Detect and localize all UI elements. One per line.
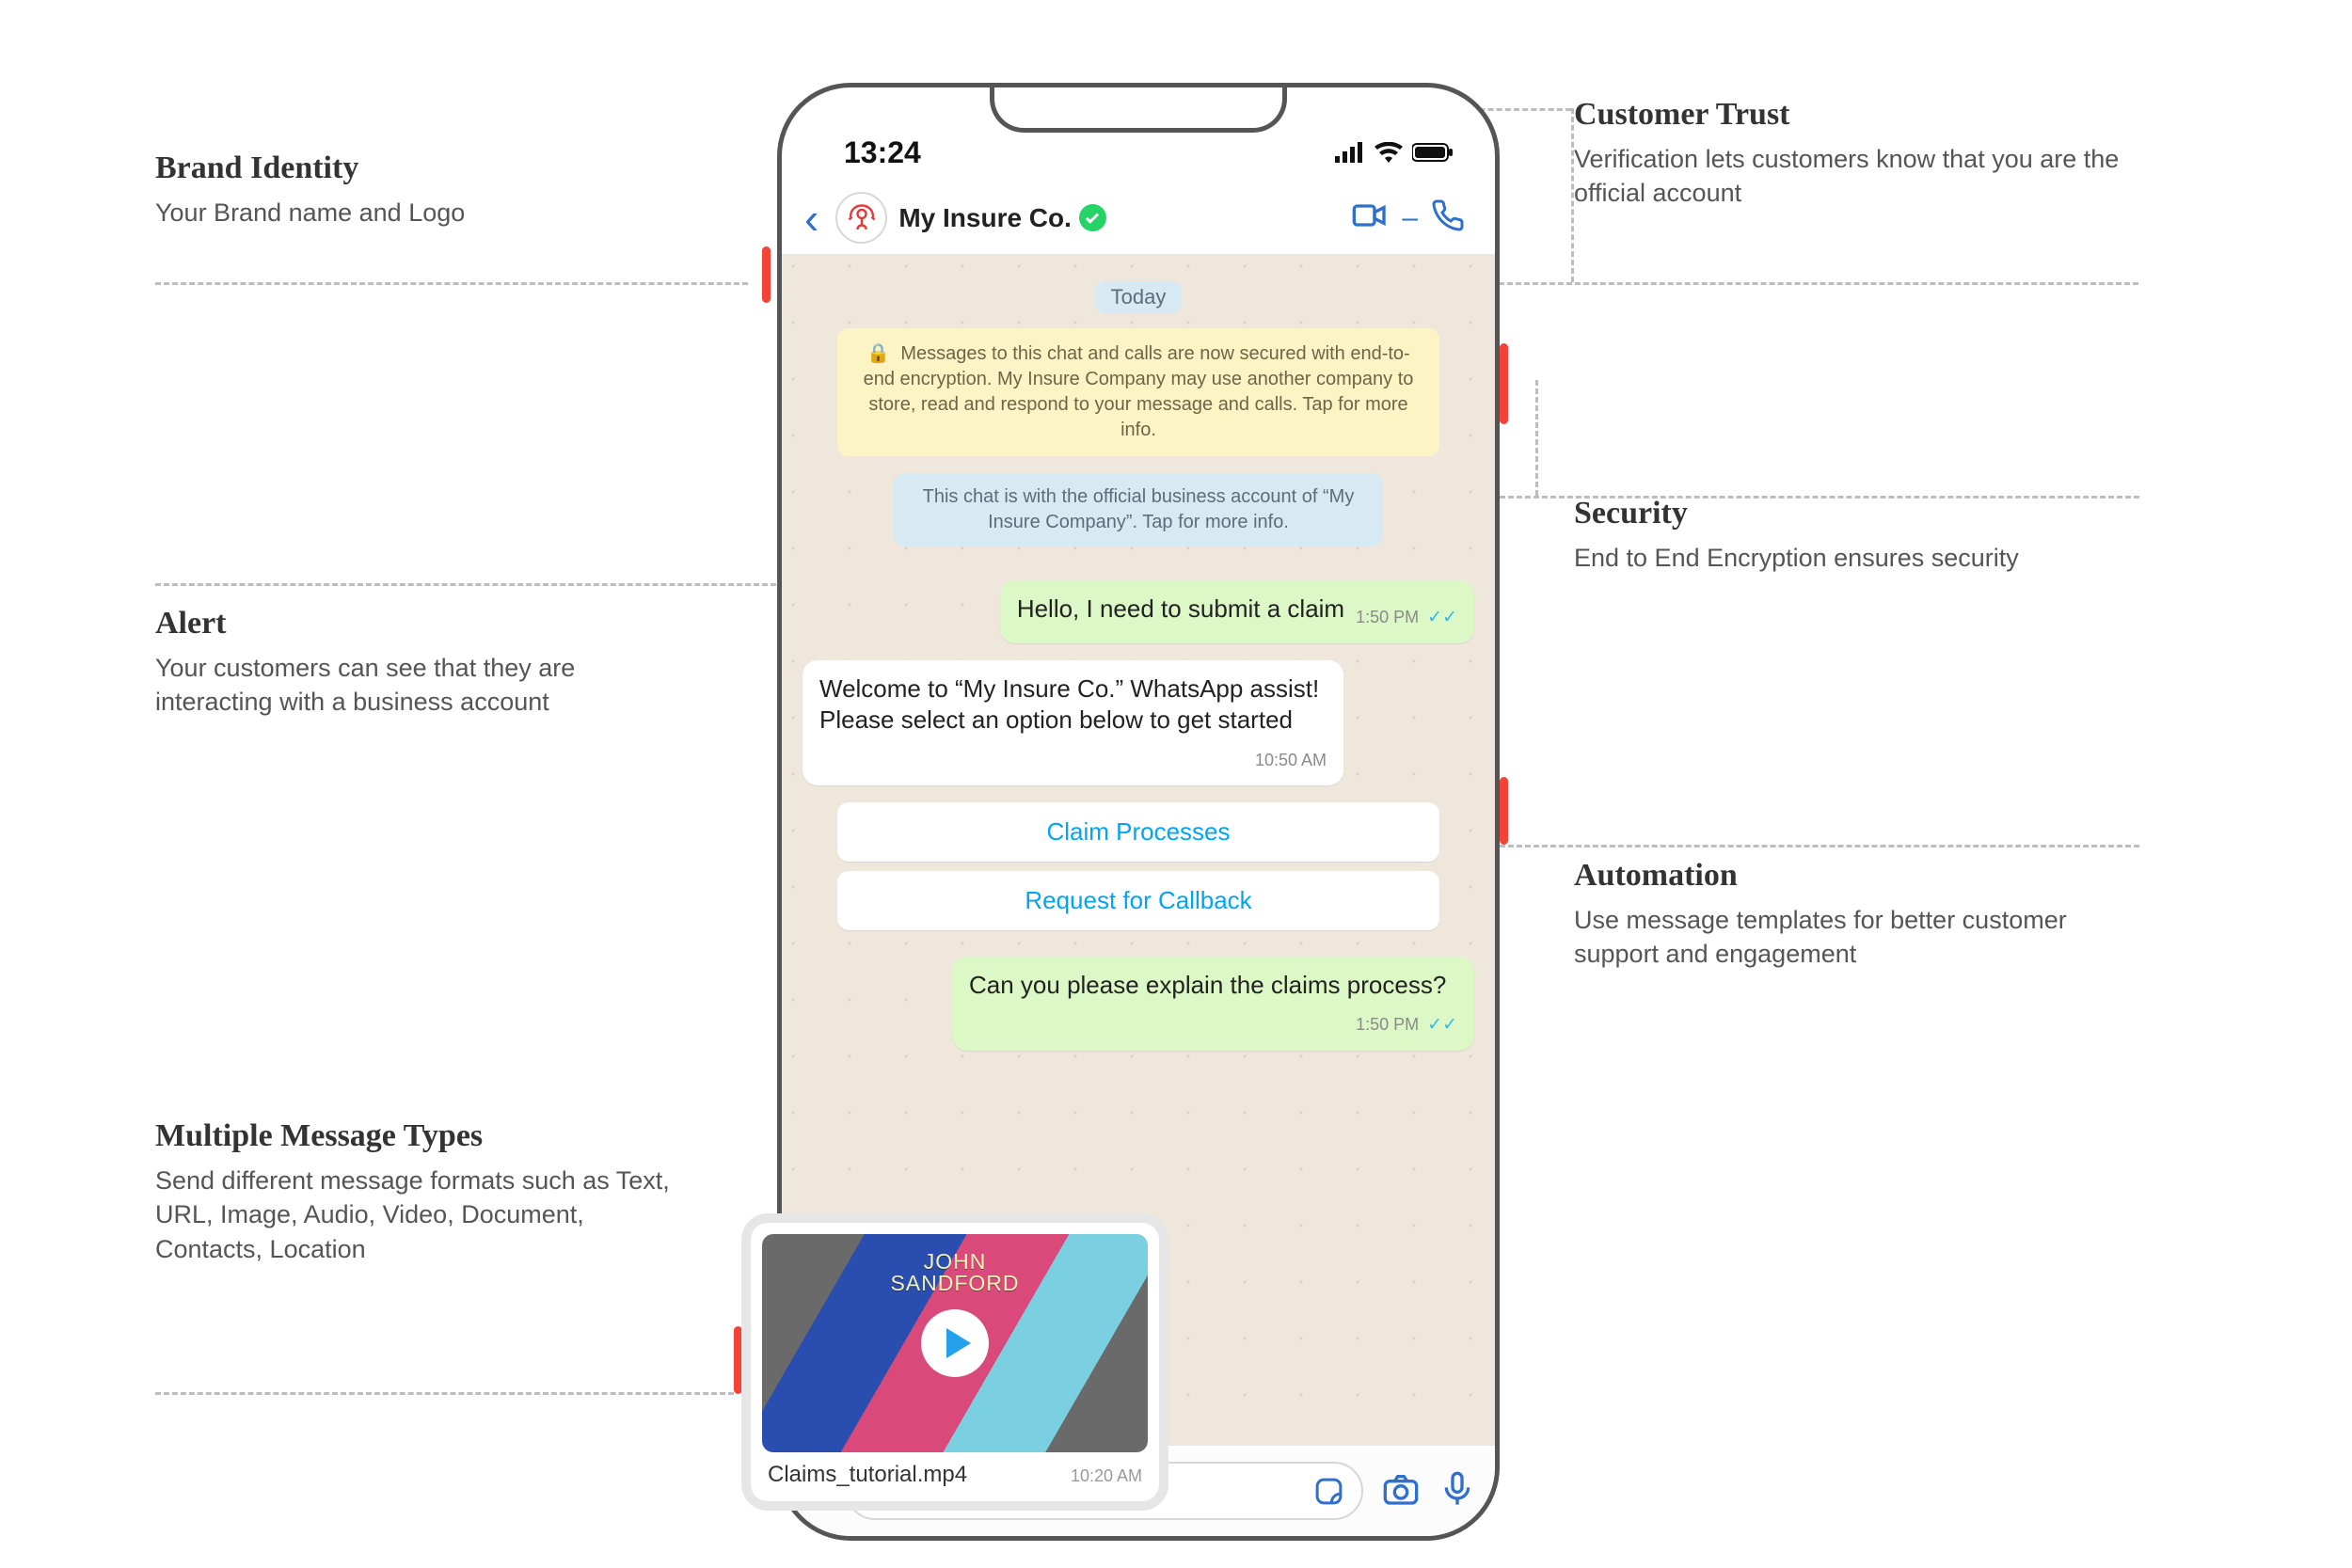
read-ticks-icon: ✓✓ [1427, 608, 1457, 627]
callout-title: Alert [155, 606, 682, 641]
voice-call-icon[interactable] [1418, 198, 1478, 237]
encryption-notice[interactable]: 🔒 Messages to this chat and calls are no… [837, 328, 1439, 456]
callout-body: Your customers can see that they are int… [155, 651, 682, 720]
verified-badge-icon [1079, 204, 1106, 231]
back-icon[interactable]: ‹ [799, 193, 824, 244]
day-pill: Today [1095, 281, 1182, 313]
message-time: 1:50 PM ✓✓ [1356, 607, 1457, 630]
business-account-notice[interactable]: This chat is with the official business … [894, 473, 1383, 546]
callout-body: Verification lets customers know that yo… [1574, 142, 2138, 211]
message-sent[interactable]: Hello, I need to submit a claim 1:50 PM … [1000, 580, 1474, 643]
callout-alert: Alert Your customers can see that they a… [155, 606, 682, 720]
callout-title: Brand Identity [155, 150, 682, 186]
message-text: Welcome to “My Insure Co.” WhatsApp assi… [819, 674, 1319, 735]
connector-line [1500, 845, 2139, 847]
quick-reply-claim-processes[interactable]: Claim Processes [837, 802, 1439, 862]
callout-customer-trust: Customer Trust Verification lets custome… [1574, 97, 2138, 211]
cell-signal-icon [1335, 135, 1365, 170]
highlight-marker [1500, 343, 1508, 424]
connector-line [155, 1392, 734, 1395]
message-text: Hello, I need to submit a claim [1017, 594, 1344, 623]
brand-avatar[interactable] [835, 192, 887, 244]
status-time: 13:24 [823, 135, 921, 182]
connector-line [1535, 380, 1538, 496]
brand-logo-icon [845, 201, 879, 235]
video-call-icon[interactable] [1338, 197, 1402, 239]
connector-line [155, 282, 748, 285]
callout-brand-identity: Brand Identity Your Brand name and Logo [155, 150, 682, 230]
highlight-marker [762, 246, 771, 303]
microphone-icon[interactable] [1438, 1470, 1476, 1513]
message-text: Can you please explain the claims proces… [969, 971, 1446, 999]
connector-line [1499, 282, 2138, 285]
status-icons [1335, 135, 1454, 182]
quick-reply-request-callback[interactable]: Request for Callback [837, 871, 1439, 930]
video-message-card[interactable]: JOHN SANDFORD Claims_tutorial.mp4 10:20 … [751, 1223, 1159, 1501]
callout-body: End to End Encryption ensures security [1574, 541, 2138, 575]
callout-body: Your Brand name and Logo [155, 196, 682, 230]
callout-title: Customer Trust [1574, 97, 2138, 133]
sticker-icon[interactable] [1313, 1476, 1344, 1507]
callout-security: Security End to End Encryption ensures s… [1574, 496, 2138, 575]
message-sent[interactable]: Can you please explain the claims proces… [952, 957, 1474, 1051]
callout-body: Send different message formats such as T… [155, 1164, 682, 1266]
lock-icon: 🔒 [866, 343, 890, 364]
header-divider: – [1402, 202, 1418, 234]
highlight-marker [1500, 777, 1508, 845]
read-ticks-icon: ✓✓ [1427, 1015, 1457, 1035]
encryption-text: Messages to this chat and calls are now … [864, 343, 1414, 440]
phone-notch [990, 86, 1287, 133]
play-icon[interactable] [921, 1309, 989, 1377]
battery-icon [1412, 135, 1454, 170]
connector-line [1571, 108, 1574, 282]
chat-header: ‹ My Insure Co. – [782, 182, 1495, 255]
video-thumbnail[interactable]: JOHN SANDFORD [762, 1234, 1148, 1452]
message-time: 10:50 AM [1255, 750, 1327, 771]
callout-title: Automation [1574, 858, 2138, 894]
callout-multiple-message-types: Multiple Message Types Send different me… [155, 1118, 682, 1266]
connector-line [1500, 496, 2139, 499]
message-time: 1:50 PM ✓✓ [1356, 1014, 1457, 1037]
video-thumb-text: JOHN SANDFORD [890, 1251, 1019, 1294]
wifi-icon [1375, 135, 1403, 170]
callout-title: Security [1574, 496, 2138, 531]
video-time: 10:20 AM [1071, 1466, 1142, 1486]
callout-body: Use message templates for better custome… [1574, 903, 2138, 972]
callout-automation: Automation Use message templates for bet… [1574, 858, 2138, 972]
callout-title: Multiple Message Types [155, 1118, 682, 1154]
video-filename: Claims_tutorial.mp4 [768, 1462, 967, 1488]
message-received[interactable]: Welcome to “My Insure Co.” WhatsApp assi… [803, 660, 1343, 785]
camera-icon[interactable] [1382, 1470, 1420, 1513]
brand-name[interactable]: My Insure Co. [898, 203, 1072, 233]
highlight-marker [734, 1326, 742, 1394]
